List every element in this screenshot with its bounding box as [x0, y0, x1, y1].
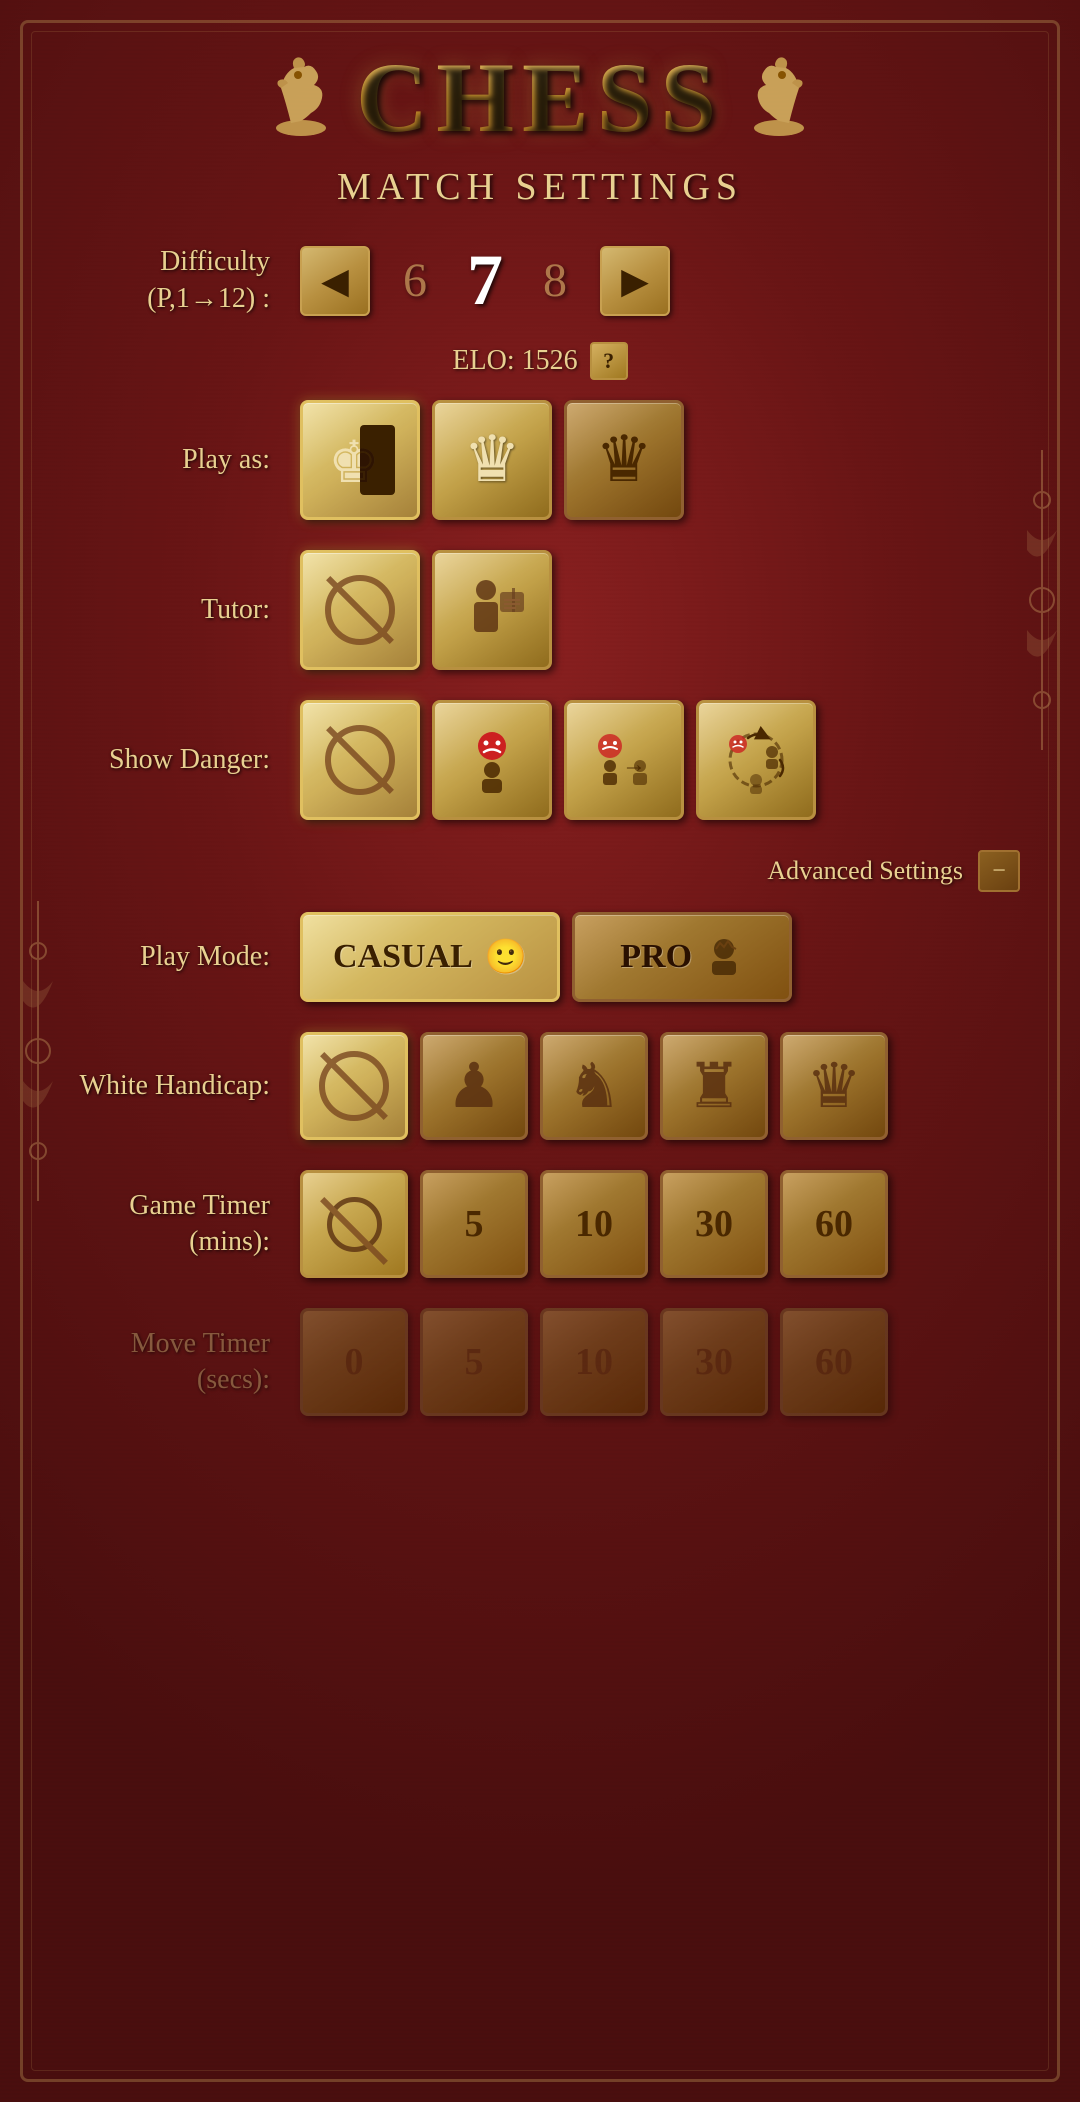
- advanced-settings-row: Advanced Settings −: [60, 850, 1020, 892]
- white-handicap-controls: ♟ ♞ ♜ ♛: [300, 1032, 888, 1140]
- right-knight-icon: [734, 53, 824, 143]
- knight-icon: ♞: [566, 1049, 622, 1123]
- pro-mode-icon: [704, 937, 744, 977]
- game-timer-controls: 5 10 30 60: [300, 1170, 888, 1278]
- handicap-none-button[interactable]: [300, 1032, 408, 1140]
- header: CHESS MATCH SETTINGS: [0, 0, 1080, 229]
- move-timer-0-label: 0: [345, 1340, 364, 1384]
- advanced-settings-toggle-button[interactable]: −: [978, 850, 1020, 892]
- game-timer-10-label: 10: [575, 1202, 613, 1246]
- game-timer-60-label: 60: [815, 1202, 853, 1246]
- move-timer-60-button[interactable]: 60: [780, 1308, 888, 1416]
- move-timer-5-button[interactable]: 5: [420, 1308, 528, 1416]
- pro-mode-button[interactable]: PRO: [572, 912, 792, 1002]
- play-mode-row: Play Mode: CASUAL 🙂 PRO: [60, 912, 1020, 1002]
- move-timer-label: Move Timer (secs):: [60, 1326, 300, 1399]
- no-timer-icon: [327, 1197, 382, 1252]
- left-knight-icon: [256, 53, 346, 143]
- difficulty-decrease-button[interactable]: ◀: [300, 246, 370, 316]
- move-timer-30-button[interactable]: 30: [660, 1308, 768, 1416]
- advanced-settings-label: Advanced Settings: [767, 856, 963, 886]
- show-danger-row: Show Danger:: [60, 700, 1020, 820]
- play-as-controls: ♚ ♚ ♚ ♛ ♛: [300, 400, 684, 520]
- difficulty-increase-button[interactable]: ▶: [600, 246, 670, 316]
- show-danger-controls: →: [300, 700, 816, 820]
- play-as-label: Play as:: [60, 442, 300, 478]
- danger-all-icon: [720, 724, 792, 796]
- elo-help-button[interactable]: ?: [590, 342, 628, 380]
- move-timer-60-label: 60: [815, 1340, 853, 1384]
- difficulty-controls: ◀ 6 7 8 ▶: [300, 239, 670, 322]
- move-timer-10-label: 10: [575, 1340, 613, 1384]
- game-timer-60-button[interactable]: 60: [780, 1170, 888, 1278]
- casual-mode-label: CASUAL: [333, 938, 473, 976]
- difficulty-prev-value: 6: [390, 253, 440, 308]
- handicap-rook-button[interactable]: ♜: [660, 1032, 768, 1140]
- game-timer-label: Game Timer (mins):: [60, 1188, 300, 1261]
- tutor-row: Tutor:: [60, 550, 1020, 670]
- difficulty-row: Difficulty (P,1→12) : ◀ 6 7 8 ▶: [60, 239, 1020, 322]
- game-timer-10-button[interactable]: 10: [540, 1170, 648, 1278]
- no-tutor-icon: [325, 575, 395, 645]
- game-timer-off-button[interactable]: [300, 1170, 408, 1278]
- app-title: CHESS: [356, 40, 724, 155]
- move-timer-controls: 0 5 10 30 60: [300, 1308, 888, 1416]
- pawn-icon: ♟: [446, 1049, 502, 1123]
- play-mode-label: Play Mode:: [60, 939, 300, 975]
- tutor-label: Tutor:: [60, 592, 300, 628]
- play-as-black-button[interactable]: ♛: [564, 400, 684, 520]
- queen-icon: ♛: [806, 1049, 862, 1123]
- no-danger-icon: [325, 725, 395, 795]
- game-timer-5-button[interactable]: 5: [420, 1170, 528, 1278]
- danger-moves-icon: →: [588, 724, 660, 796]
- main-content: Difficulty (P,1→12) : ◀ 6 7 8 ▶ ELO: 152…: [0, 229, 1080, 1456]
- white-handicap-row: White Handicap: ♟ ♞: [60, 1032, 1020, 1140]
- game-timer-5-label: 5: [465, 1202, 484, 1246]
- tutor-on-button[interactable]: [432, 550, 552, 670]
- tutor-off-button[interactable]: [300, 550, 420, 670]
- elo-row: ELO: 1526 ?: [60, 342, 1020, 380]
- casual-mode-icon: 🙂: [485, 937, 527, 977]
- elo-value: ELO: 1526: [452, 345, 577, 377]
- no-handicap-icon: [319, 1051, 389, 1121]
- tutor-person-icon: [456, 574, 528, 646]
- move-timer-30-label: 30: [695, 1340, 733, 1384]
- rook-icon: ♜: [686, 1049, 742, 1123]
- tutor-controls: [300, 550, 552, 670]
- danger-all-button[interactable]: [696, 700, 816, 820]
- white-king-icon: ♛: [463, 428, 520, 492]
- white-handicap-label: White Handicap:: [60, 1068, 300, 1104]
- play-as-white-button[interactable]: ♛: [432, 400, 552, 520]
- play-as-random-button[interactable]: ♚ ♚ ♚: [300, 400, 420, 520]
- handicap-pawn-button[interactable]: ♟: [420, 1032, 528, 1140]
- page-subtitle: MATCH SETTINGS: [20, 165, 1060, 209]
- move-timer-5-label: 5: [465, 1340, 484, 1384]
- danger-off-button[interactable]: [300, 700, 420, 820]
- difficulty-current-value: 7: [460, 239, 510, 322]
- handicap-queen-button[interactable]: ♛: [780, 1032, 888, 1140]
- handicap-knight-button[interactable]: ♞: [540, 1032, 648, 1140]
- difficulty-label: Difficulty (P,1→12) :: [60, 244, 300, 317]
- black-king-icon: ♛: [595, 428, 652, 492]
- play-as-row: Play as: ♚: [60, 400, 1020, 520]
- danger-moves-button[interactable]: →: [564, 700, 684, 820]
- move-timer-row: Move Timer (secs): 0 5 10 30 60: [60, 1308, 1020, 1416]
- game-timer-row: Game Timer (mins): 5 10 30 60: [60, 1170, 1020, 1278]
- show-danger-label: Show Danger:: [60, 742, 300, 778]
- play-mode-controls: CASUAL 🙂 PRO: [300, 912, 792, 1002]
- move-timer-0-button[interactable]: 0: [300, 1308, 408, 1416]
- difficulty-next-value: 8: [530, 253, 580, 308]
- casual-mode-button[interactable]: CASUAL 🙂: [300, 912, 560, 1002]
- danger-current-icon: [456, 724, 528, 796]
- move-timer-10-button[interactable]: 10: [540, 1308, 648, 1416]
- game-timer-30-button[interactable]: 30: [660, 1170, 768, 1278]
- pro-mode-label: PRO: [620, 938, 692, 976]
- danger-current-button[interactable]: [432, 700, 552, 820]
- game-timer-30-label: 30: [695, 1202, 733, 1246]
